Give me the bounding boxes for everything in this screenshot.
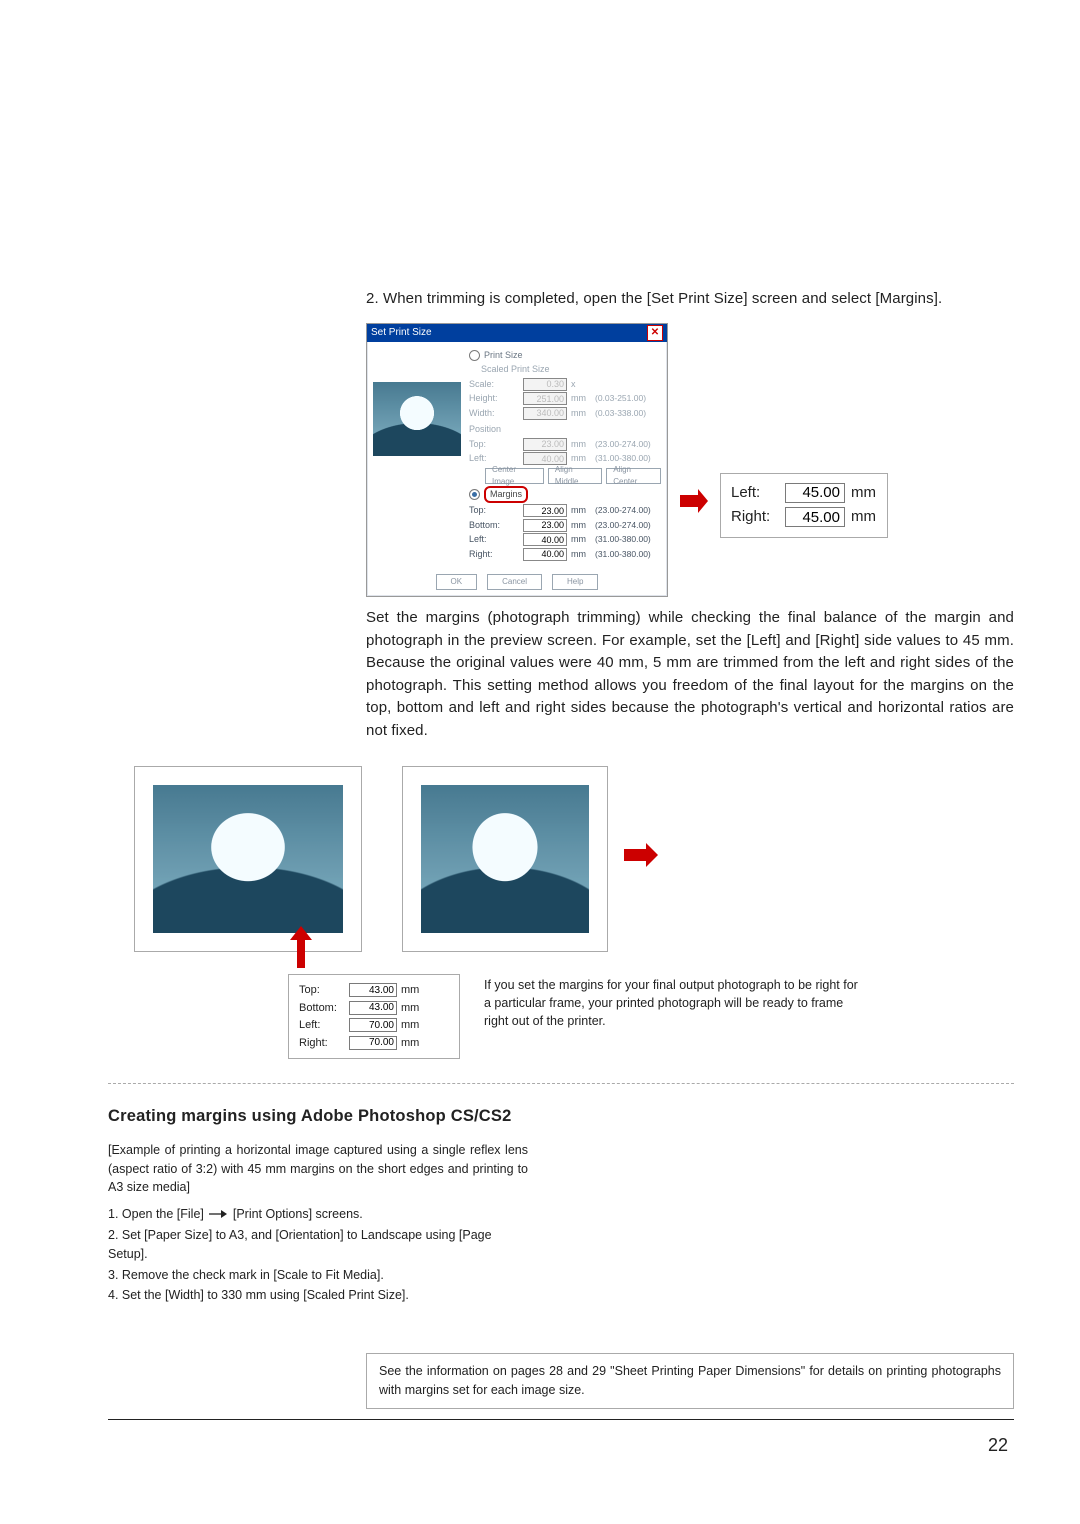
help-button[interactable]: Help [552, 574, 598, 590]
cs-step-3: 3. Remove the check mark in [Scale to Fi… [108, 1266, 528, 1285]
set-print-size-dialog: Set Print Size ✕ Print Size Scaled Print… [366, 323, 668, 598]
arrow-inline-icon [209, 1205, 227, 1224]
align-middle-button[interactable]: Align Middle [548, 468, 602, 484]
photo-after [402, 766, 608, 952]
callout-right-input[interactable] [785, 507, 845, 527]
compare-figure [134, 766, 1014, 952]
dialog-title: Set Print Size [371, 325, 432, 340]
center-image-button[interactable]: Center Image [485, 468, 544, 484]
width-input[interactable] [523, 407, 567, 420]
step2-text: 2. When trimming is completed, open the … [366, 288, 1014, 311]
footer-rule [108, 1419, 1014, 1420]
photo-before [134, 766, 362, 952]
arrow-up-icon [290, 926, 312, 976]
pos-top-input[interactable] [523, 438, 567, 451]
arrow-right-icon [624, 843, 658, 875]
cs-step-1: 1. Open the [File] [Print Options] scree… [108, 1205, 528, 1224]
sm-left-input[interactable] [349, 1018, 397, 1032]
margins-label: Margins [484, 486, 528, 504]
cs-block: [Example of printing a horizontal image … [108, 1141, 528, 1305]
ok-button[interactable]: OK [436, 574, 478, 590]
height-input[interactable] [523, 392, 567, 405]
print-size-label: Print Size [484, 349, 523, 363]
preview-thumbnail [373, 382, 461, 456]
cs-example: [Example of printing a horizontal image … [108, 1141, 528, 1197]
set-print-size-figure: Set Print Size ✕ Print Size Scaled Print… [366, 323, 1014, 598]
example-margins-table: Top: mm Bottom: mm Left: mm Right: mm [288, 974, 460, 1059]
height-label: Height: [469, 392, 519, 406]
sm-bottom-input[interactable] [349, 1001, 397, 1015]
align-center-button[interactable]: Align Center [606, 468, 661, 484]
margin-top-input[interactable] [523, 504, 567, 517]
cs-step-4: 4. Set the [Width] to 330 mm using [Scal… [108, 1286, 528, 1305]
radio-print-size[interactable] [469, 350, 480, 361]
scaled-print-size-label: Scaled Print Size [481, 363, 550, 377]
scale-label: Scale: [469, 378, 519, 392]
sm-right-input[interactable] [349, 1036, 397, 1050]
framing-tip: If you set the margins for your final ou… [484, 976, 864, 1030]
page-number: 22 [108, 1432, 1008, 1459]
width-label: Width: [469, 407, 519, 421]
scale-input[interactable] [523, 378, 567, 391]
close-icon[interactable]: ✕ [647, 325, 663, 341]
callout-left-input[interactable] [785, 483, 845, 503]
cs-step-2: 2. Set [Paper Size] to A3, and [Orientat… [108, 1226, 528, 1264]
radio-margins[interactable] [469, 489, 480, 500]
cancel-button[interactable]: Cancel [487, 574, 542, 590]
margin-right-input[interactable] [523, 548, 567, 561]
sm-top-input[interactable] [349, 983, 397, 997]
margins-explanation: Set the margins (photograph trimming) wh… [366, 607, 1014, 742]
margin-left-input[interactable] [523, 533, 567, 546]
cs-heading: Creating margins using Adobe Photoshop C… [108, 1104, 1014, 1129]
position-label: Position [469, 423, 661, 437]
divider-dashed [108, 1083, 1014, 1084]
see-info-box: See the information on pages 28 and 29 "… [366, 1353, 1014, 1409]
arrow-right-icon [680, 487, 708, 515]
margin-bottom-input[interactable] [523, 519, 567, 532]
margins-callout: Left: mm Right: mm [720, 473, 888, 538]
